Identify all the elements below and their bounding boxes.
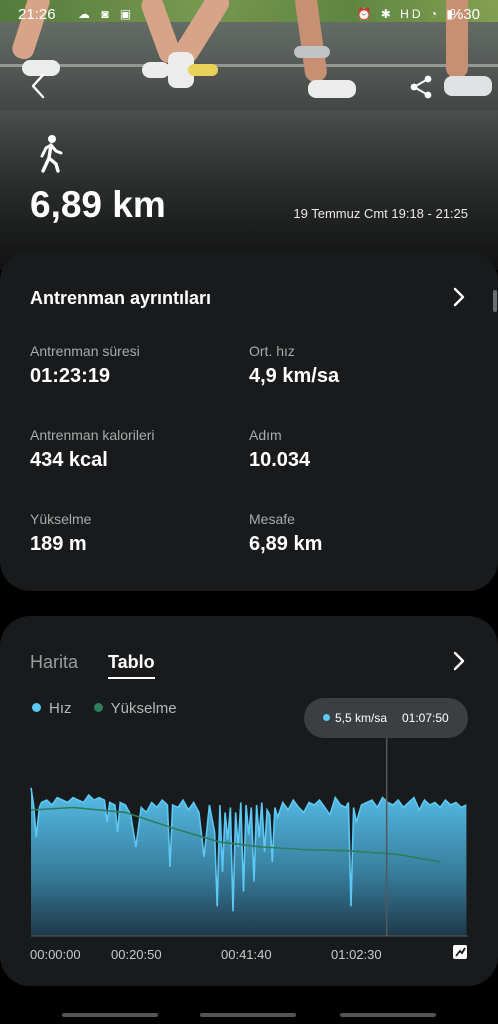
chart-card: Harita Tablo Hız Yükselme 5,5 km/sa 01:0… (0, 616, 498, 986)
runner-shoe (142, 62, 170, 78)
scroll-handle[interactable] (493, 290, 497, 312)
x-tick-label: 00:20:50 (111, 947, 162, 962)
stat-label: Antrenman kalorileri (30, 427, 155, 443)
battery-percent: %30 (449, 6, 480, 23)
stat-value: 10.034 (249, 449, 311, 471)
status-time: 21:26 (18, 6, 56, 23)
details-title: Antrenman ayrıntıları (30, 288, 212, 308)
stat-label: Antrenman süresi (30, 343, 140, 359)
status-bar: 21:26 ☁ ◙ ▣ ⏰ ✱ HD ◔ ▮ %30 (0, 0, 498, 32)
stat-label: Mesafe (249, 511, 295, 527)
stat-avg-speed: Ort. hız 4,9 km/sa (249, 343, 339, 388)
nav-home[interactable] (200, 1013, 296, 1017)
x-tick-label: 01:02:30 (331, 947, 382, 962)
walking-icon (40, 135, 63, 173)
stat-value: 189 m (30, 533, 87, 555)
chart-tooltip: 5,5 km/sa 01:07:50 (304, 698, 468, 738)
workout-date-range: 19 Temmuz Cmt 19:18 - 21:25 (293, 206, 468, 221)
runner-shoe (294, 46, 330, 58)
stat-label: Yükselme (30, 511, 92, 527)
back-arrow-icon[interactable] (28, 72, 48, 100)
tooltip-speed: 5,5 km/sa (335, 711, 388, 725)
stat-duration: Antrenman süresi 01:23:19 (30, 343, 140, 388)
runner-shoe (188, 64, 218, 76)
expand-chart-icon[interactable] (452, 944, 468, 960)
nav-recents[interactable] (62, 1013, 158, 1017)
tooltip-dot (323, 714, 330, 721)
x-tick-label: 00:00:00 (30, 947, 81, 962)
runner-shoe (444, 76, 492, 96)
road-line (0, 64, 498, 67)
stat-label: Ort. hız (249, 343, 295, 359)
stat-elevation: Yükselme 189 m (30, 511, 91, 556)
status-system-icons: ⏰ ✱ HD ◔ ▮ (356, 7, 456, 21)
chevron-right-icon[interactable] (452, 287, 466, 307)
runner-shoe (308, 80, 356, 98)
hero-photo (0, 0, 498, 270)
stat-distance: Mesafe 6,89 km (249, 511, 322, 556)
workout-details-card[interactable]: Antrenman ayrıntıları Antrenman süresi 0… (0, 251, 498, 591)
stat-value: 01:23:19 (30, 365, 111, 387)
stat-calories: Antrenman kalorileri 434 kcal (30, 427, 155, 472)
status-app-icons: ☁ ◙ ▣ (78, 7, 136, 21)
stat-label: Adım (249, 427, 282, 443)
share-icon[interactable] (408, 74, 434, 100)
nav-back[interactable] (340, 1013, 436, 1017)
tooltip-time: 01:07:50 (402, 711, 449, 725)
speed-elevation-chart[interactable] (0, 616, 498, 986)
stat-value: 434 kcal (30, 449, 108, 471)
stat-steps: Adım 10.034 (249, 427, 310, 472)
total-distance: 6,89 km (30, 184, 166, 225)
stat-value: 6,89 km (249, 533, 323, 555)
stat-value: 4,9 km/sa (249, 365, 340, 387)
x-tick-label: 00:41:40 (221, 947, 272, 962)
